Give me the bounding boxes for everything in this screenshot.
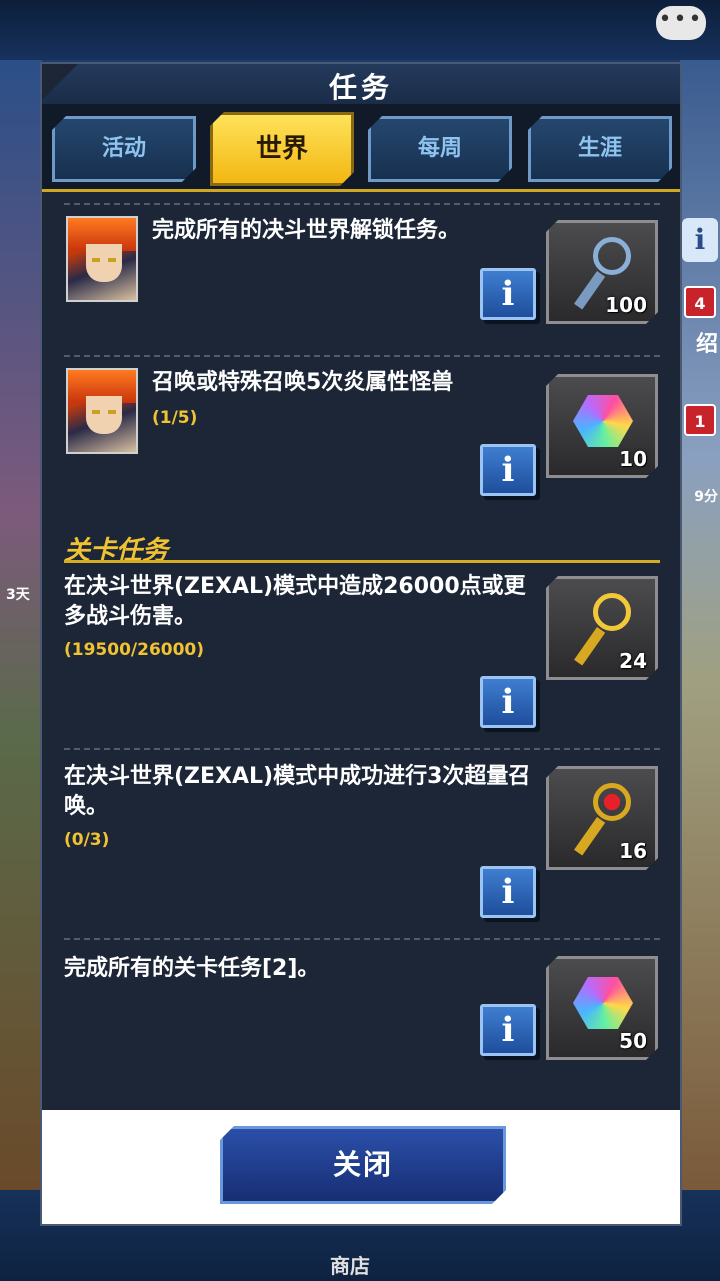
info-button[interactable]: i: [480, 676, 536, 728]
divider: [64, 938, 660, 940]
side-label: 绍: [695, 332, 718, 357]
reward-item: 24: [546, 576, 658, 680]
info-button[interactable]: i: [480, 268, 536, 320]
chat-icon[interactable]: •••: [656, 6, 706, 40]
mission-description: 召唤或特殊召唤5次炎属性怪兽: [152, 370, 454, 395]
mission-progress: (1/5): [152, 408, 198, 428]
shop-nav-label[interactable]: 商店: [330, 1250, 370, 1279]
background-top-bar: [0, 0, 720, 60]
tab-weekly[interactable]: 每周: [368, 116, 512, 182]
notification-badge: 1: [684, 404, 716, 436]
mission-description: 在决斗世界(ZEXAL)模式中成功进行3次超量召唤。: [64, 764, 531, 819]
reward-item: 10: [546, 374, 658, 478]
reward-count: 10: [619, 447, 647, 471]
background-left-scene: [0, 60, 42, 1190]
info-button[interactable]: i: [480, 444, 536, 496]
reward-count: 24: [619, 649, 647, 673]
notification-badge: 4: [684, 286, 716, 318]
silver-key-icon: [593, 237, 631, 275]
background-info-icon[interactable]: i: [682, 218, 718, 262]
dialog-footer: 关闭: [42, 1110, 680, 1224]
mission-progress: (0/3): [64, 830, 110, 850]
reward-count: 100: [605, 293, 647, 317]
section-divider: [64, 560, 660, 563]
tab-world[interactable]: 世界: [210, 112, 354, 186]
info-button[interactable]: i: [480, 1004, 536, 1056]
mission-description: 完成所有的决斗世界解锁任务。: [152, 218, 461, 243]
info-button[interactable]: i: [480, 866, 536, 918]
character-avatar: [66, 216, 138, 302]
reward-count: 16: [619, 839, 647, 863]
side-timer-label: 9分: [694, 489, 718, 505]
reward-item: 50: [546, 956, 658, 1060]
mission-description: 完成所有的关卡任务[2]。: [64, 956, 320, 981]
reward-item: 100: [546, 220, 658, 324]
gold-key-icon: [593, 593, 631, 631]
key-stem: [574, 627, 605, 666]
dialog-title: 任务: [328, 71, 393, 104]
mission-progress: (19500/26000): [64, 640, 205, 660]
side-timer-label: 3天: [6, 587, 30, 603]
red-key-icon: [593, 783, 631, 821]
mission-description: 在决斗世界(ZEXAL)模式中造成26000点或更多战斗伤害。: [64, 574, 526, 629]
divider: [64, 355, 660, 357]
divider: [64, 203, 660, 205]
gem-icon: [573, 977, 633, 1029]
reward-item: 16: [546, 766, 658, 870]
missions-dialog: 任务 活动 世界 每周 生涯 完成所有的决斗世界解锁任务。 i 100 召唤或特…: [40, 62, 682, 1226]
character-avatar: [66, 368, 138, 454]
reward-count: 50: [619, 1029, 647, 1053]
key-stem: [574, 817, 605, 856]
gem-icon: [573, 395, 633, 447]
tab-bar: 活动 世界 每周 生涯: [42, 104, 680, 192]
key-stem: [574, 271, 605, 310]
close-button[interactable]: 关闭: [220, 1126, 506, 1204]
tab-events[interactable]: 活动: [52, 116, 196, 182]
divider: [64, 748, 660, 750]
tab-career[interactable]: 生涯: [528, 116, 672, 182]
